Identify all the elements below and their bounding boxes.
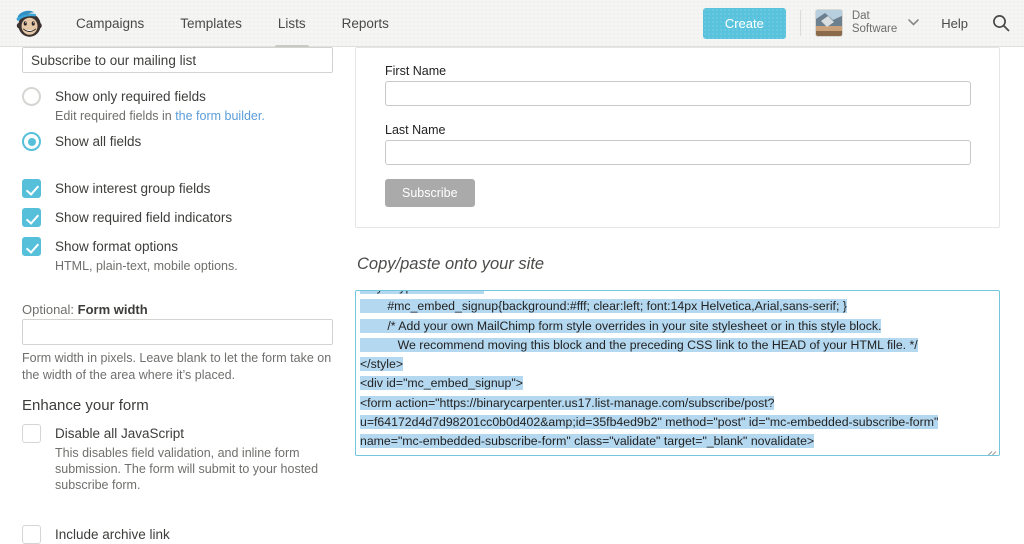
option-sublabel: HTML, plain-text, mobile options.: [55, 259, 238, 273]
option-label: Include archive link: [55, 527, 170, 542]
freddie-monkey-icon: [16, 10, 42, 37]
nav-link-campaigns[interactable]: Campaigns: [58, 0, 162, 47]
preview-input-last-name[interactable]: [385, 140, 971, 165]
code-line: #mc_embed_signup{background:#fff; clear:…: [360, 297, 995, 316]
create-button[interactable]: Create: [702, 7, 786, 39]
embed-code-content: <style type="text/css"> #mc_embed_signup…: [356, 291, 999, 452]
code-line: <style type="text/css">: [360, 291, 995, 297]
code-line: </style>: [360, 355, 995, 374]
form-builder-link[interactable]: the form builder.: [175, 109, 265, 123]
help-link[interactable]: Help: [941, 16, 968, 31]
option-show-required-field-indicators[interactable]: Show required field indicators: [22, 208, 337, 227]
option-label: Show format options: [55, 239, 179, 254]
mailchimp-logo[interactable]: [0, 6, 58, 40]
code-line-text: name="mc-embedded-subscribe-form" class=…: [360, 434, 815, 449]
option-show-format-options[interactable]: Show format options HTML, plain-text, mo…: [22, 237, 337, 274]
radio-show-only-required-fields[interactable]: [22, 87, 41, 106]
avatar-photo-icon: [815, 10, 842, 36]
option-disable-all-javascript[interactable]: Disable all JavaScript This disables fie…: [22, 424, 337, 493]
account-line-2: Software: [851, 23, 898, 35]
option-label: Show only required fields: [55, 89, 206, 104]
code-line-text: <form action="https://binarycarpenter.us…: [360, 395, 775, 410]
chevron-down-icon[interactable]: [908, 17, 920, 29]
option-label: Show all fields: [55, 134, 142, 149]
code-line-text: We recommend moving this block and the p…: [360, 337, 918, 352]
search-icon[interactable]: [992, 14, 1010, 32]
option-sub-prefix: Edit required fields in: [55, 109, 176, 123]
option-label: Disable all JavaScript: [55, 426, 185, 441]
code-line-text: <style type="text/css">: [360, 291, 484, 294]
preview-input-first-name[interactable]: [385, 81, 971, 106]
option-show-all-fields[interactable]: Show all fields: [22, 132, 337, 151]
account-line-1: Dat: [851, 10, 870, 22]
checkbox-disable-all-javascript[interactable]: [22, 424, 41, 443]
code-line-text: </style>: [360, 357, 404, 372]
copy-paste-heading: Copy/paste onto your site: [357, 255, 545, 273]
form-width-input[interactable]: [22, 319, 333, 345]
option-sublabel: Edit required fields in the form builder…: [55, 108, 265, 124]
checkbox-show-interest-group-fields[interactable]: [22, 179, 41, 198]
form-settings-panel: Show only required fields Edit required …: [0, 47, 350, 544]
option-show-only-required-fields[interactable]: Show only required fields Edit required …: [22, 87, 337, 124]
form-title-input[interactable]: [22, 47, 333, 73]
checkbox-show-required-field-indicators[interactable]: [22, 208, 41, 227]
embed-code-textarea[interactable]: <style type="text/css"> #mc_embed_signup…: [355, 290, 1000, 456]
nav-link-reports[interactable]: Reports: [324, 0, 407, 47]
primary-nav-links: Campaigns Templates Lists Reports: [58, 0, 407, 47]
option-include-archive-link[interactable]: Include archive link: [22, 525, 337, 544]
enhance-your-form-heading: Enhance your form: [22, 397, 149, 414]
code-line-text: #mc_embed_signup{background:#fff; clear:…: [360, 299, 847, 314]
code-line-text: <div id="mc_embed_signup">: [360, 376, 523, 391]
code-line: u=f64172d4d7d98201cc0b0d402&amp;id=35fb4…: [360, 413, 995, 432]
checkbox-include-archive-link[interactable]: [22, 525, 41, 544]
code-line: /* Add your own MailChimp form style ove…: [360, 317, 995, 336]
form-preview-and-code-panel: First Name Last Name Subscribe Copy/past…: [355, 47, 1024, 544]
option-label: Show interest group fields: [55, 181, 211, 196]
preview-label-last-name: Last Name: [385, 123, 446, 137]
form-width-prefix: Optional:: [22, 302, 78, 317]
avatar[interactable]: [814, 9, 843, 37]
nav-link-lists[interactable]: Lists: [260, 0, 324, 47]
checkbox-show-format-options[interactable]: [22, 237, 41, 256]
code-line-text: u=f64172d4d7d98201cc0b0d402&amp;id=35fb4…: [360, 415, 939, 430]
form-width-label-strong: Form width: [77, 302, 148, 317]
code-line: We recommend moving this block and the p…: [360, 336, 995, 355]
preview-subscribe-button[interactable]: Subscribe: [385, 179, 475, 207]
nav-link-templates[interactable]: Templates: [162, 0, 260, 47]
form-preview-card: First Name Last Name Subscribe: [355, 47, 1000, 228]
option-label: Show required field indicators: [55, 210, 233, 225]
code-line: name="mc-embedded-subscribe-form" class=…: [360, 432, 995, 451]
preview-label-first-name: First Name: [385, 64, 447, 78]
nav-divider: [799, 10, 801, 36]
top-navigation-bar: Campaigns Templates Lists Reports Create…: [0, 0, 1024, 47]
form-width-label: Optional: Form width: [22, 302, 148, 317]
mailchimp-embedded-form-page: Campaigns Templates Lists Reports Create…: [0, 0, 1024, 544]
code-line: <div id="mc_embed_signup">: [360, 374, 995, 393]
form-width-help-text: Form width in pixels. Leave blank to let…: [22, 351, 332, 382]
option-show-interest-group-fields[interactable]: Show interest group fields: [22, 179, 337, 198]
option-sublabel: This disables field validation, and inli…: [55, 446, 319, 492]
radio-show-all-fields[interactable]: [22, 132, 41, 151]
code-line-text: /* Add your own MailChimp form style ove…: [360, 318, 882, 333]
code-line: <form action="https://binarycarpenter.us…: [360, 394, 995, 413]
nav-right-cluster: Create Dat Software Help: [702, 7, 1024, 39]
account-name[interactable]: Dat Software: [852, 10, 897, 36]
